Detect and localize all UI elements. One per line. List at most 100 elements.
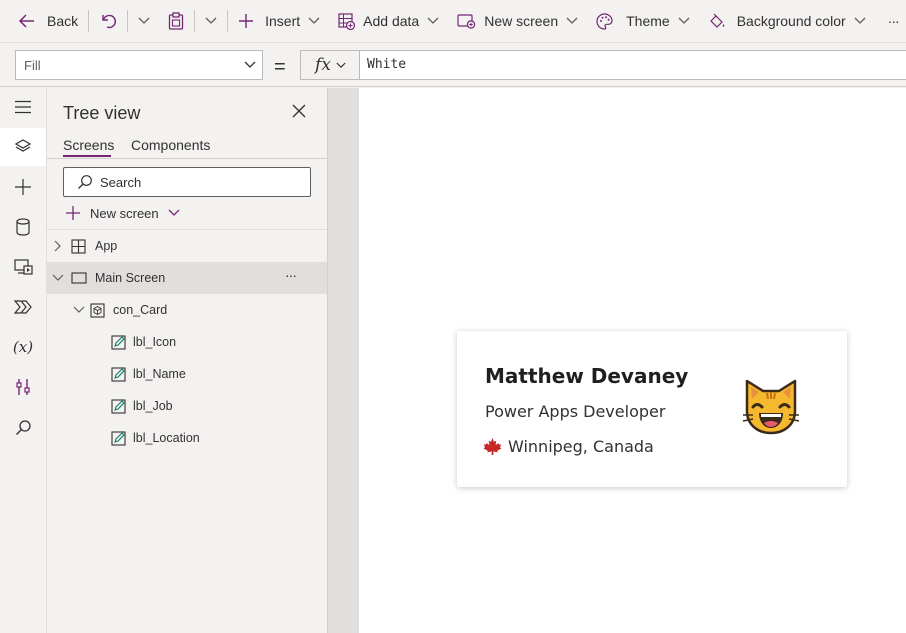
tab-screens[interactable]: Screens: [63, 137, 114, 153]
tree-node-label: lbl_Job: [133, 399, 173, 413]
palette-icon: [596, 12, 613, 30]
tree-node-lbl-job[interactable]: lbl_Job: [47, 390, 327, 422]
app-canvas[interactable]: Matthew Devaney Power Apps Developer Win…: [359, 88, 906, 633]
chevron-right-icon: [54, 240, 61, 252]
plus-icon: [66, 206, 80, 220]
advanced-tools-rail-button[interactable]: [0, 368, 46, 406]
tree-node-lbl-icon[interactable]: lbl_Icon: [47, 326, 327, 358]
theme-label: Theme: [626, 13, 670, 29]
label-edit-icon: [111, 366, 126, 382]
chevron-down-icon: [308, 17, 320, 24]
background-color-label: Background color: [736, 13, 846, 29]
label-edit-icon: [111, 430, 126, 446]
app-icon: [71, 238, 86, 254]
card-job[interactable]: Power Apps Developer: [485, 402, 665, 421]
chevron-down-icon: [205, 17, 217, 24]
separator: [194, 10, 196, 32]
tree-view-panel: Tree view Screens Components Search New …: [47, 88, 328, 633]
label-edit-icon: [111, 334, 126, 350]
chevron-down-icon: [52, 274, 64, 281]
variables-icon: (x): [12, 338, 34, 356]
tree-node-app[interactable]: App: [47, 230, 327, 262]
search-rail-button[interactable]: [0, 408, 46, 446]
more-icon: ···: [887, 13, 900, 29]
chevron-down-icon: [566, 17, 578, 24]
clipboard-icon: [168, 12, 184, 30]
property-value: Fill: [24, 58, 41, 73]
new-screen-tree-label: New screen: [90, 205, 159, 221]
undo-icon: [102, 14, 117, 29]
cat-face-icon[interactable]: [741, 377, 801, 437]
paste-button[interactable]: [162, 0, 190, 43]
undo-button[interactable]: [93, 0, 123, 43]
theme-button[interactable]: Theme: [590, 0, 696, 43]
add-data-button[interactable]: Add data: [332, 0, 445, 43]
tree-node-label: lbl_Location: [133, 431, 200, 445]
function-picker-button[interactable]: fx: [300, 50, 360, 80]
hamburger-icon: [15, 100, 31, 114]
undo-dropdown-button[interactable]: [132, 0, 156, 43]
chevron-down-icon: [244, 61, 256, 68]
formula-bar: Fill = fx White: [0, 43, 906, 87]
equals-sign: =: [274, 56, 286, 78]
active-tab-indicator: [63, 155, 111, 157]
back-button[interactable]: Back: [0, 0, 84, 43]
tree-node-label: con_Card: [113, 303, 168, 317]
tree-node-con-card[interactable]: con_Card: [47, 294, 327, 326]
back-label: Back: [47, 13, 79, 29]
left-rail: (x): [0, 88, 47, 633]
new-screen-button[interactable]: New screen: [451, 0, 584, 43]
tree-node-label: lbl_Name: [133, 367, 186, 381]
data-rail-button[interactable]: [0, 208, 46, 246]
tree-search-input[interactable]: Search: [63, 167, 311, 197]
paint-bucket-icon: [709, 13, 724, 28]
search-placeholder: Search: [100, 175, 142, 190]
search-icon: [15, 419, 31, 435]
tree-view-title: Tree view: [63, 103, 141, 123]
more-options-button[interactable]: ···: [285, 267, 297, 283]
formula-input[interactable]: White: [359, 50, 906, 80]
label-edit-icon: [111, 398, 126, 414]
insert-rail-button[interactable]: [0, 168, 46, 206]
variables-rail-button[interactable]: (x): [0, 328, 46, 366]
power-automate-rail-button[interactable]: [0, 288, 46, 326]
tree-node-label: lbl_Icon: [133, 335, 177, 349]
command-bar: Back Insert Add data New screen Theme Ba…: [0, 0, 906, 43]
new-screen-icon: [457, 14, 476, 29]
tree-node-lbl-location[interactable]: lbl_Location: [47, 422, 327, 454]
new-screen-label: New screen: [484, 13, 559, 29]
close-tree-view-button[interactable]: [292, 104, 306, 121]
insert-label: Insert: [265, 13, 301, 29]
tab-components[interactable]: Components: [131, 137, 210, 153]
database-icon: [16, 218, 30, 236]
card-location[interactable]: Winnipeg, Canada: [483, 437, 654, 456]
chevron-down-icon: [336, 62, 346, 68]
hamburger-menu-button[interactable]: [0, 88, 46, 126]
card-name[interactable]: Matthew Devaney: [485, 364, 688, 388]
layers-icon: [14, 139, 32, 152]
maple-leaf-icon: [483, 437, 502, 456]
close-icon: [292, 104, 306, 118]
plus-icon: [15, 179, 31, 195]
tree-node-label: App: [95, 239, 118, 253]
container-icon: [90, 302, 105, 318]
arrow-left-icon: [18, 14, 34, 28]
more-commands-button[interactable]: ···: [882, 0, 905, 43]
separator: [127, 10, 129, 32]
chevron-down-icon: [854, 17, 866, 24]
property-dropdown[interactable]: Fill: [15, 50, 263, 80]
tools-icon: [16, 379, 30, 395]
media-rail-button[interactable]: [0, 248, 46, 286]
background-color-button[interactable]: Background color: [702, 0, 872, 43]
tree-node-lbl-name[interactable]: lbl_Name: [47, 358, 327, 390]
tree-view-rail-button[interactable]: [0, 128, 46, 166]
new-screen-tree-button[interactable]: New screen: [65, 205, 180, 221]
power-automate-icon: [13, 300, 32, 314]
card-location-text: Winnipeg, Canada: [508, 437, 654, 456]
paste-dropdown-button[interactable]: [199, 0, 223, 43]
screen-icon: [71, 272, 87, 284]
tree-node-main-screen[interactable]: Main Screen ···: [47, 262, 327, 294]
profile-card[interactable]: Matthew Devaney Power Apps Developer Win…: [457, 331, 847, 487]
search-icon: [78, 175, 92, 189]
insert-button[interactable]: Insert: [232, 0, 326, 43]
